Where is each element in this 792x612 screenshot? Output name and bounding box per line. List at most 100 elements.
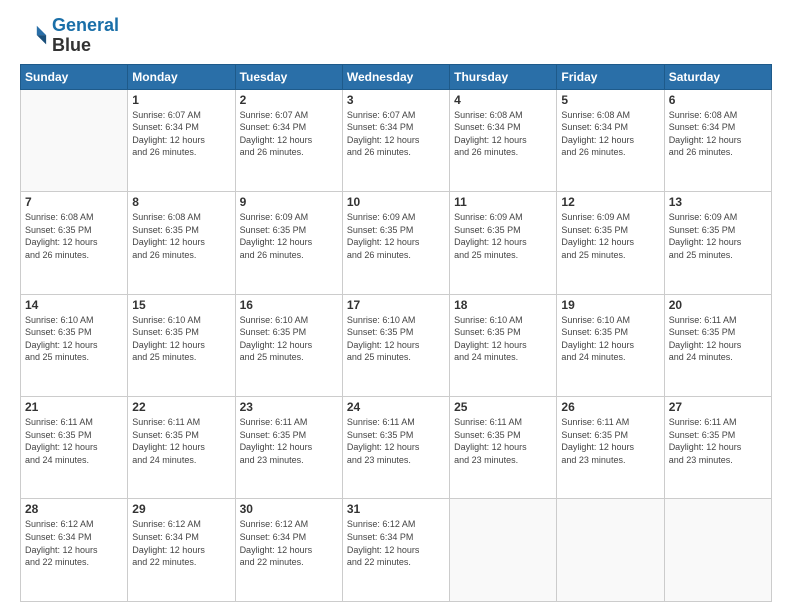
day-info: Sunrise: 6:11 AMSunset: 6:35 PMDaylight:… [240,416,338,466]
week-row-4: 21 Sunrise: 6:11 AMSunset: 6:35 PMDayligh… [21,397,772,499]
day-info: Sunrise: 6:12 AMSunset: 6:34 PMDaylight:… [240,518,338,568]
calendar-cell: 21Sunrise: 6:11 AMSunset: 6:35 PMDayligh… [21,397,128,499]
day-number: 19 [561,298,659,312]
day-number: 17 [347,298,445,312]
calendar-cell: 22 Sunrise: 6:11 AMSunset: 6:35 PMDayligh… [128,397,235,499]
calendar-cell: 6Sunrise: 6:08 AMSunset: 6:34 PMDaylight… [664,89,771,191]
calendar-cell: 10 Sunrise: 6:09 AMSunset: 6:35 PMDayligh… [342,192,449,294]
day-number: 23 [240,400,338,414]
calendar-cell: 9 Sunrise: 6:09 AMSunset: 6:35 PMDaylight… [235,192,342,294]
calendar-cell [664,499,771,602]
logo-icon [20,22,48,50]
calendar-cell [450,499,557,602]
day-number: 2 [240,93,338,107]
logo: General Blue [20,16,119,56]
calendar-cell: 17 Sunrise: 6:10 AMSunset: 6:35 PMDayligh… [342,294,449,396]
week-row-3: 14 Sunrise: 6:10 AMSunset: 6:35 PMDayligh… [21,294,772,396]
day-info: Sunrise: 6:10 AMSunset: 6:35 PMDaylight:… [25,314,123,364]
calendar-cell: 23 Sunrise: 6:11 AMSunset: 6:35 PMDayligh… [235,397,342,499]
page: General Blue SundayMondayTuesdayWednesda… [0,0,792,612]
week-row-1: 1 Sunrise: 6:07 AMSunset: 6:34 PMDaylight… [21,89,772,191]
weekday-header-saturday: Saturday [664,64,771,89]
calendar-cell: 1 Sunrise: 6:07 AMSunset: 6:34 PMDaylight… [128,89,235,191]
calendar-cell: 2 Sunrise: 6:07 AMSunset: 6:34 PMDaylight… [235,89,342,191]
calendar-cell: 31Sunrise: 6:12 AMSunset: 6:34 PMDayligh… [342,499,449,602]
day-number: 10 [347,195,445,209]
day-info: Sunrise: 6:09 AMSunset: 6:35 PMDaylight:… [454,211,552,261]
day-number: 9 [240,195,338,209]
day-info: Sunrise: 6:12 AMSunset: 6:34 PMDaylight:… [132,518,230,568]
calendar-cell: 25Sunrise: 6:11 AMSunset: 6:35 PMDayligh… [450,397,557,499]
day-number: 28 [25,502,123,516]
day-info: Sunrise: 6:10 AMSunset: 6:35 PMDaylight:… [454,314,552,364]
day-number: 13 [669,195,767,209]
calendar-cell: 20Sunrise: 6:11 AMSunset: 6:35 PMDayligh… [664,294,771,396]
day-number: 22 [132,400,230,414]
calendar-cell: 24Sunrise: 6:11 AMSunset: 6:35 PMDayligh… [342,397,449,499]
weekday-header-wednesday: Wednesday [342,64,449,89]
day-info: Sunrise: 6:08 AMSunset: 6:35 PMDaylight:… [25,211,123,261]
day-number: 3 [347,93,445,107]
day-info: Sunrise: 6:09 AMSunset: 6:35 PMDaylight:… [669,211,767,261]
day-number: 14 [25,298,123,312]
calendar-cell: 7 Sunrise: 6:08 AMSunset: 6:35 PMDaylight… [21,192,128,294]
day-info: Sunrise: 6:08 AMSunset: 6:34 PMDaylight:… [454,109,552,159]
day-info: Sunrise: 6:09 AMSunset: 6:35 PMDaylight:… [240,211,338,261]
day-info: Sunrise: 6:10 AMSunset: 6:35 PMDaylight:… [132,314,230,364]
day-number: 29 [132,502,230,516]
calendar-cell: 5 Sunrise: 6:08 AMSunset: 6:34 PMDaylight… [557,89,664,191]
calendar-cell: 14 Sunrise: 6:10 AMSunset: 6:35 PMDayligh… [21,294,128,396]
day-number: 16 [240,298,338,312]
calendar-cell: 19 Sunrise: 6:10 AMSunset: 6:35 PMDayligh… [557,294,664,396]
calendar-cell: 28 Sunrise: 6:12 AMSunset: 6:34 PMDayligh… [21,499,128,602]
logo-text-line1: General [52,16,119,36]
day-number: 4 [454,93,552,107]
day-number: 12 [561,195,659,209]
calendar-cell: 30 Sunrise: 6:12 AMSunset: 6:34 PMDayligh… [235,499,342,602]
logo-text-line2: Blue [52,36,119,56]
weekday-header-monday: Monday [128,64,235,89]
calendar-cell: 27 Sunrise: 6:11 AMSunset: 6:35 PMDayligh… [664,397,771,499]
day-number: 27 [669,400,767,414]
week-row-5: 28 Sunrise: 6:12 AMSunset: 6:34 PMDayligh… [21,499,772,602]
calendar-cell: 29 Sunrise: 6:12 AMSunset: 6:34 PMDayligh… [128,499,235,602]
day-info: Sunrise: 6:08 AMSunset: 6:34 PMDaylight:… [561,109,659,159]
day-info: Sunrise: 6:11 AMSunset: 6:35 PMDaylight:… [132,416,230,466]
day-info: Sunrise: 6:10 AMSunset: 6:35 PMDaylight:… [347,314,445,364]
calendar-cell [557,499,664,602]
calendar-cell: 11 Sunrise: 6:09 AMSunset: 6:35 PMDayligh… [450,192,557,294]
day-info: Sunrise: 6:11 AMSunset: 6:35 PMDaylight:… [561,416,659,466]
day-number: 5 [561,93,659,107]
day-info: Sunrise: 6:10 AMSunset: 6:35 PMDaylight:… [240,314,338,364]
weekday-header-sunday: Sunday [21,64,128,89]
day-number: 7 [25,195,123,209]
calendar-cell: 4 Sunrise: 6:08 AMSunset: 6:34 PMDaylight… [450,89,557,191]
calendar-cell: 15Sunrise: 6:10 AMSunset: 6:35 PMDayligh… [128,294,235,396]
calendar-cell: 18 Sunrise: 6:10 AMSunset: 6:35 PMDayligh… [450,294,557,396]
day-number: 1 [132,93,230,107]
day-info: Sunrise: 6:11 AMSunset: 6:35 PMDaylight:… [669,314,767,364]
calendar-cell: 13 Sunrise: 6:09 AMSunset: 6:35 PMDayligh… [664,192,771,294]
day-number: 31 [347,502,445,516]
day-info: Sunrise: 6:07 AMSunset: 6:34 PMDaylight:… [347,109,445,159]
calendar-cell: 16 Sunrise: 6:10 AMSunset: 6:35 PMDayligh… [235,294,342,396]
day-info: Sunrise: 6:08 AMSunset: 6:34 PMDaylight:… [669,109,767,159]
day-info: Sunrise: 6:08 AMSunset: 6:35 PMDaylight:… [132,211,230,261]
weekday-header-thursday: Thursday [450,64,557,89]
day-number: 11 [454,195,552,209]
day-info: Sunrise: 6:09 AMSunset: 6:35 PMDaylight:… [347,211,445,261]
day-info: Sunrise: 6:11 AMSunset: 6:35 PMDaylight:… [454,416,552,466]
calendar-cell: 3 Sunrise: 6:07 AMSunset: 6:34 PMDaylight… [342,89,449,191]
day-number: 21 [25,400,123,414]
calendar-cell: 8 Sunrise: 6:08 AMSunset: 6:35 PMDaylight… [128,192,235,294]
day-info: Sunrise: 6:07 AMSunset: 6:34 PMDaylight:… [132,109,230,159]
day-number: 30 [240,502,338,516]
day-info: Sunrise: 6:07 AMSunset: 6:34 PMDaylight:… [240,109,338,159]
day-info: Sunrise: 6:11 AMSunset: 6:35 PMDaylight:… [669,416,767,466]
day-number: 18 [454,298,552,312]
calendar-cell: 12 Sunrise: 6:09 AMSunset: 6:35 PMDayligh… [557,192,664,294]
day-info: Sunrise: 6:10 AMSunset: 6:35 PMDaylight:… [561,314,659,364]
day-info: Sunrise: 6:12 AMSunset: 6:34 PMDaylight:… [25,518,123,568]
day-number: 8 [132,195,230,209]
day-info: Sunrise: 6:09 AMSunset: 6:35 PMDaylight:… [561,211,659,261]
